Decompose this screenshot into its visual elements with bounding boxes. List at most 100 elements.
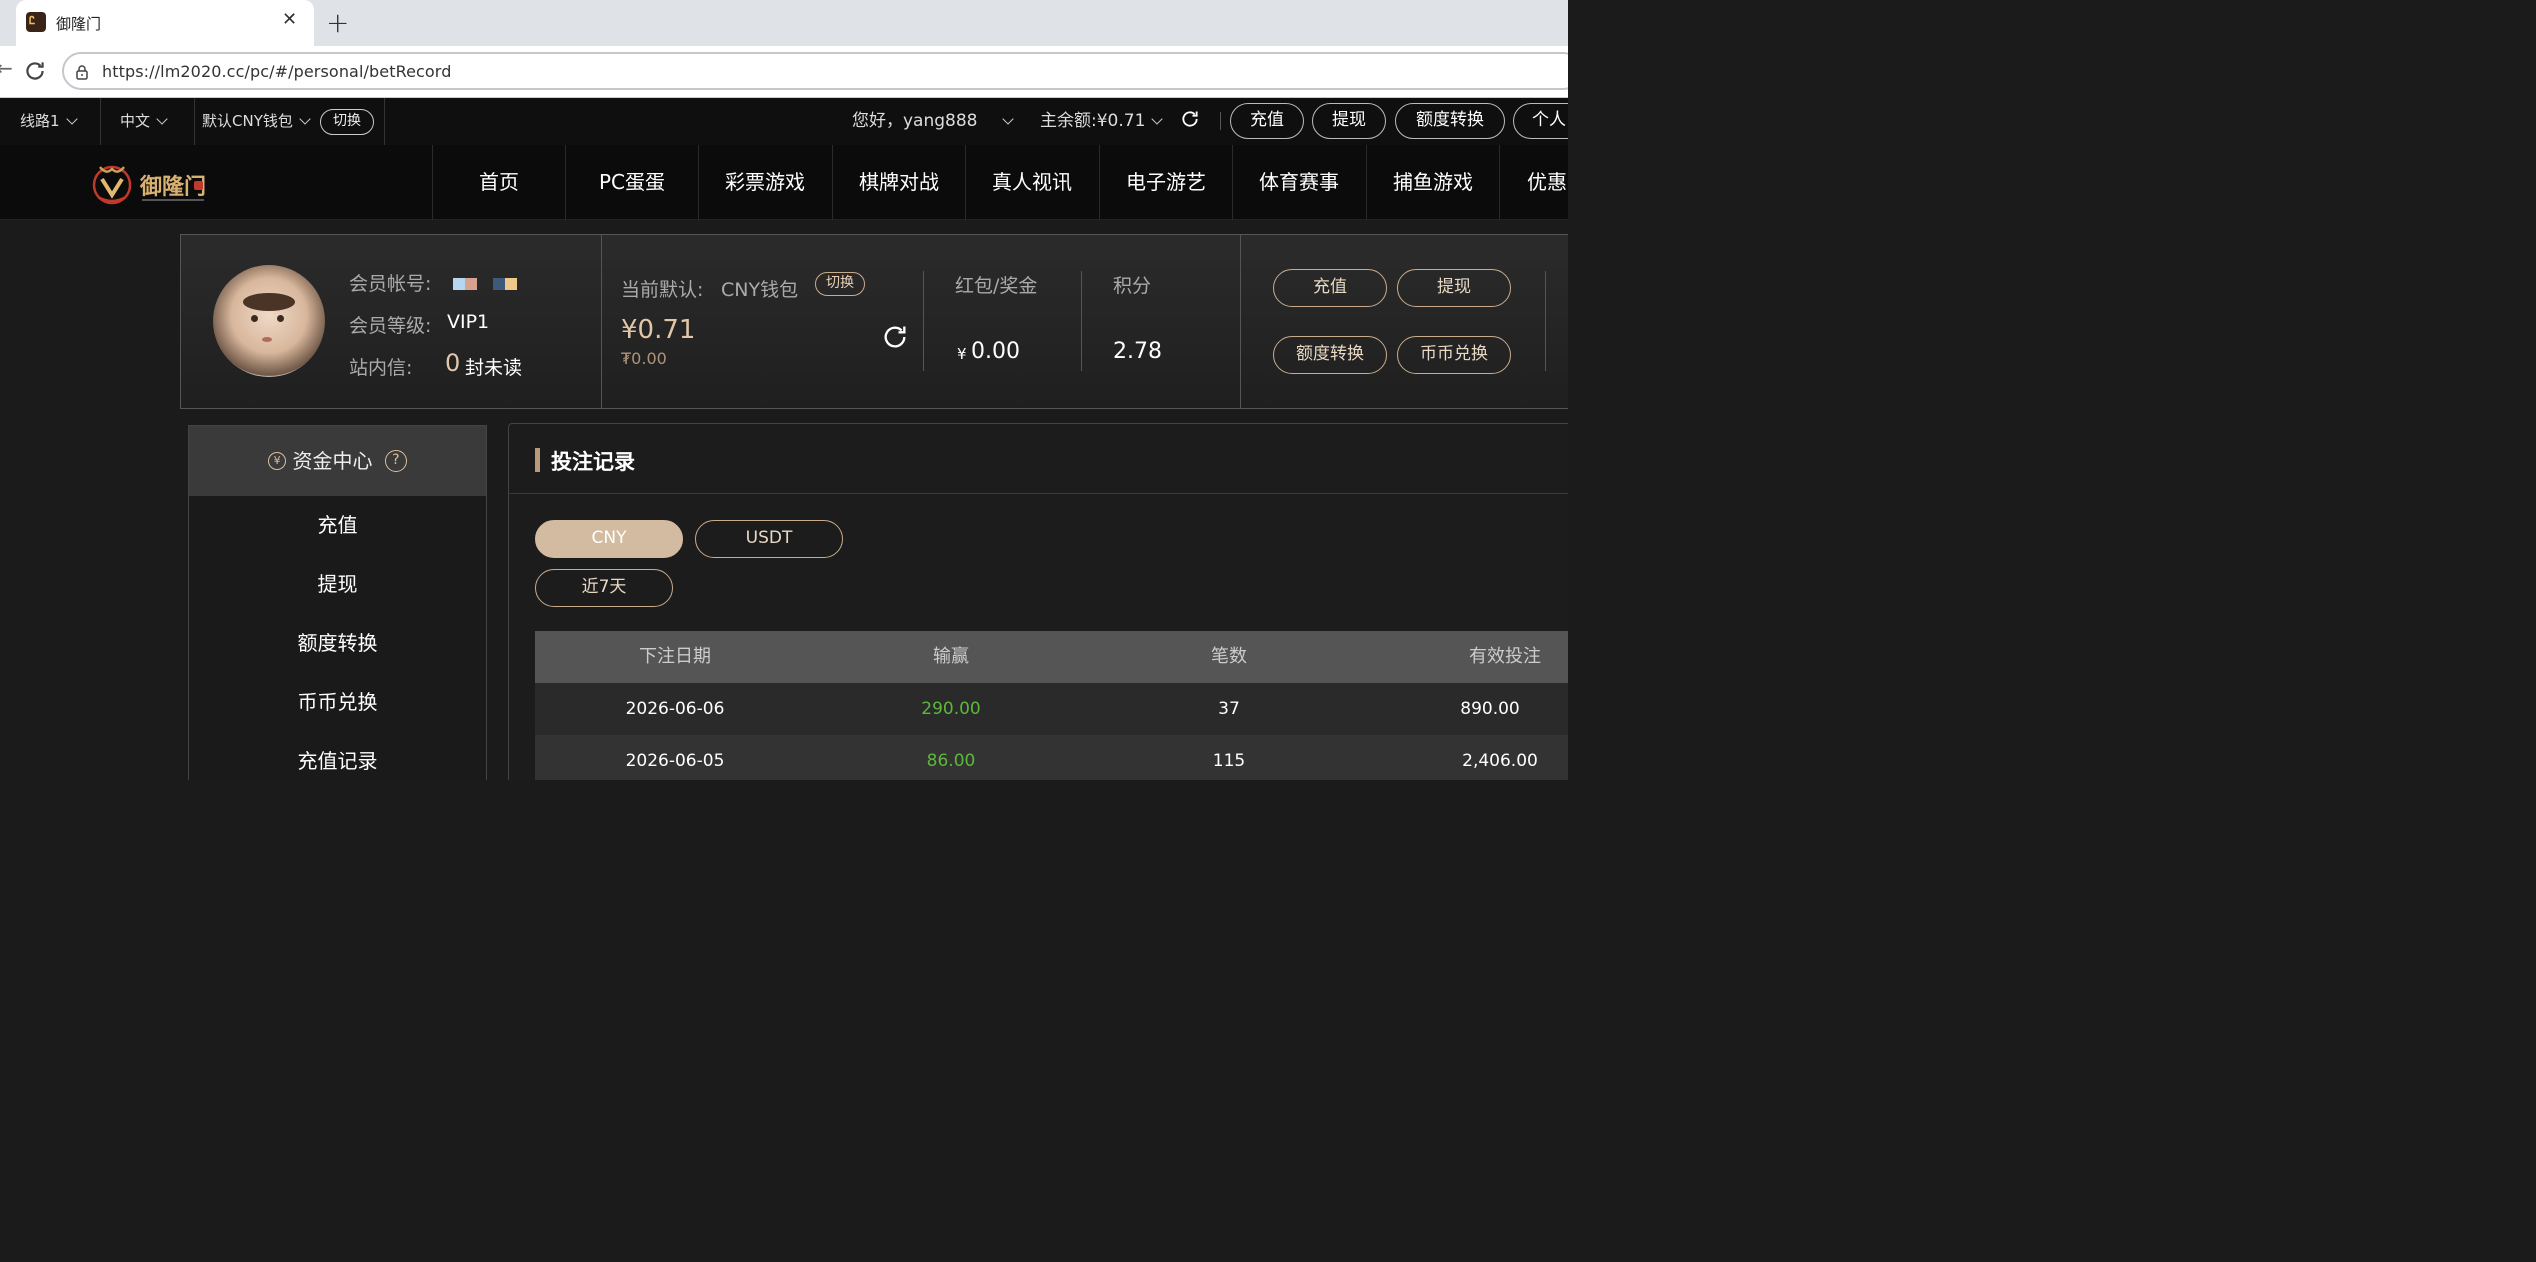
refresh-balance-icon[interactable] [1180,109,1200,129]
cell-winloss: 290.00 [921,699,981,719]
language-label: 中文 [120,112,151,130]
column-header-winloss[interactable]: 输赢 [851,631,1051,683]
masked-account-block [453,278,465,290]
yen-coin-icon: ¥ [268,451,287,470]
masked-account-block [505,278,517,290]
tab-cny[interactable]: CNY [535,520,683,558]
sidebar-item-exchange[interactable]: 币币兑换 [189,673,486,732]
divider [1220,112,1221,130]
topbar-withdraw-button[interactable]: 提现 [1312,103,1386,139]
points-value: 2.78 [1113,339,1162,364]
profile-deposit-button[interactable]: 充值 [1273,269,1387,307]
sidebar-item-withdraw[interactable]: 提现 [189,555,486,614]
nav-slots[interactable]: 电子游艺 [1099,145,1232,220]
chevron-down-icon [299,113,311,125]
divider [384,98,385,145]
site-logo[interactable]: 御隆门 [88,157,208,209]
level-value: VIP1 [447,311,490,333]
divider [100,98,101,145]
content-header: 投注记录 [509,424,1568,494]
user-menu[interactable]: 您好，yang888 [852,98,1014,145]
column-header-count[interactable]: 笔数 [1129,631,1329,683]
url-input[interactable]: https://lm2020.cc/pc/#/personal/betRecor… [62,52,1568,90]
wallet-name: CNY钱包 [721,279,799,301]
chevron-down-icon [156,113,168,125]
divider [601,235,602,408]
browser-tabstrip: Ꮭ 御隆门 ✕ + [0,0,1568,46]
account-label: 会员帐号: [349,273,432,295]
sidebar-item-transfer[interactable]: 额度转换 [189,614,486,673]
line-select-label: 线路1 [20,112,60,130]
inbox-count[interactable]: 0 [445,349,460,377]
nav-promotions[interactable]: 优惠 [1499,145,1568,220]
browser-tab[interactable]: Ꮭ 御隆门 ✕ [16,0,314,46]
cell-count: 115 [1212,751,1246,771]
cell-valid-bet: 2,406.00 [1462,751,1538,771]
wallet-select[interactable]: 默认CNY钱包 [202,98,311,145]
profile-panel: 会员帐号: 会员等级: VIP1 站内信: 0 封未读 当前默认: CNY钱包 … [180,234,1568,409]
nav-live-casino[interactable]: 真人视讯 [965,145,1098,220]
sidebar-heading-label: 资金中心 [292,449,373,473]
bonus-currency: ¥ [957,345,967,363]
avatar[interactable] [213,265,325,377]
sidebar-item-deposit[interactable]: 充值 [189,496,486,555]
divider [1545,271,1546,371]
balance-label: 主余额: [1040,111,1097,131]
wallet-label: 当前默认: [621,279,704,301]
period-filter-button[interactable]: 近7天 [535,569,673,607]
switch-wallet-button[interactable]: 切换 [320,109,374,135]
wallet-select-label: 默认CNY钱包 [202,112,293,130]
cell-date: 2026-06-06 [625,699,725,719]
logo-underline [142,199,204,201]
bonus-label: 红包/奖金 [955,275,1038,297]
balance-display: 主余额:¥0.71 [1040,98,1164,145]
tab-usdt[interactable]: USDT [695,520,843,558]
title-accent-bar [535,448,540,472]
nav-fishing[interactable]: 捕鱼游戏 [1366,145,1499,220]
masked-account-block [465,278,477,290]
favicon-icon: Ꮭ [26,12,46,32]
close-tab-icon[interactable]: ✕ [282,9,297,30]
nav-lottery[interactable]: 彩票游戏 [698,145,831,220]
help-icon[interactable]: ? [384,449,407,472]
avatar-mouth [262,337,272,342]
line-select[interactable]: 线路1 [20,98,78,145]
column-header-date[interactable]: 下注日期 [575,631,775,683]
profile-withdraw-button[interactable]: 提现 [1397,269,1511,307]
nav-pc-egg[interactable]: PC蛋蛋 [565,145,698,220]
column-header-valid-bet[interactable]: 有效投注 [1405,631,1568,683]
sidebar-heading: ¥ 资金中心 ? [189,426,486,496]
site-topbar: 线路1 中文 默认CNY钱包 切换 您好，yang888 主余额:¥0.71 充… [0,98,1568,145]
nav-card-games[interactable]: 棋牌对战 [832,145,965,220]
table-row[interactable]: 2026-06-06 290.00 37 890.00 [535,683,1568,735]
language-select[interactable]: 中文 [120,98,168,145]
cell-count: 37 [1218,699,1240,719]
points-label: 积分 [1113,275,1152,297]
sidebar-item-deposit-records[interactable]: 充值记录 [189,732,486,780]
bonus-value: 0.00 [971,339,1020,364]
wallet-usdt-balance: ₮0.00 [621,349,667,368]
reload-icon[interactable] [22,58,48,84]
main-nav: 御隆门 首页 PC蛋蛋 彩票游戏 棋牌对战 真人视讯 电子游艺 体育赛事 捕鱼游… [0,145,1568,220]
cell-date: 2026-06-05 [625,751,725,771]
back-arrow-icon[interactable]: ← [0,56,13,80]
table-header: 下注日期 输赢 笔数 有效投注 [535,631,1568,683]
table-row[interactable]: 2026-06-05 86.00 115 2,406.00 [535,735,1568,780]
profile-exchange-button[interactable]: 币币兑换 [1397,336,1511,374]
topbar-personal-button[interactable]: 个人 [1513,103,1568,139]
new-tab-icon[interactable]: + [326,6,349,39]
sidebar: ¥ 资金中心 ? 充值 提现 额度转换 币币兑换 充值记录 [188,425,487,780]
wallet-switch-button[interactable]: 切换 [815,272,865,296]
greeting-text: 您好，yang888 [852,111,978,131]
profile-transfer-button[interactable]: 额度转换 [1273,336,1387,374]
refresh-wallet-icon[interactable] [881,323,909,351]
content-panel: 投注记录 CNY USDT 近7天 下注日期 输赢 笔数 有效投注 2026-0… [508,423,1568,780]
divider [923,271,924,371]
avatar-eye [251,315,258,322]
avatar-hair [243,293,295,311]
nav-home[interactable]: 首页 [432,145,565,220]
topbar-deposit-button[interactable]: 充值 [1230,103,1304,139]
lock-icon[interactable] [74,64,90,80]
nav-sports[interactable]: 体育赛事 [1232,145,1365,220]
topbar-transfer-button[interactable]: 额度转换 [1395,103,1505,139]
